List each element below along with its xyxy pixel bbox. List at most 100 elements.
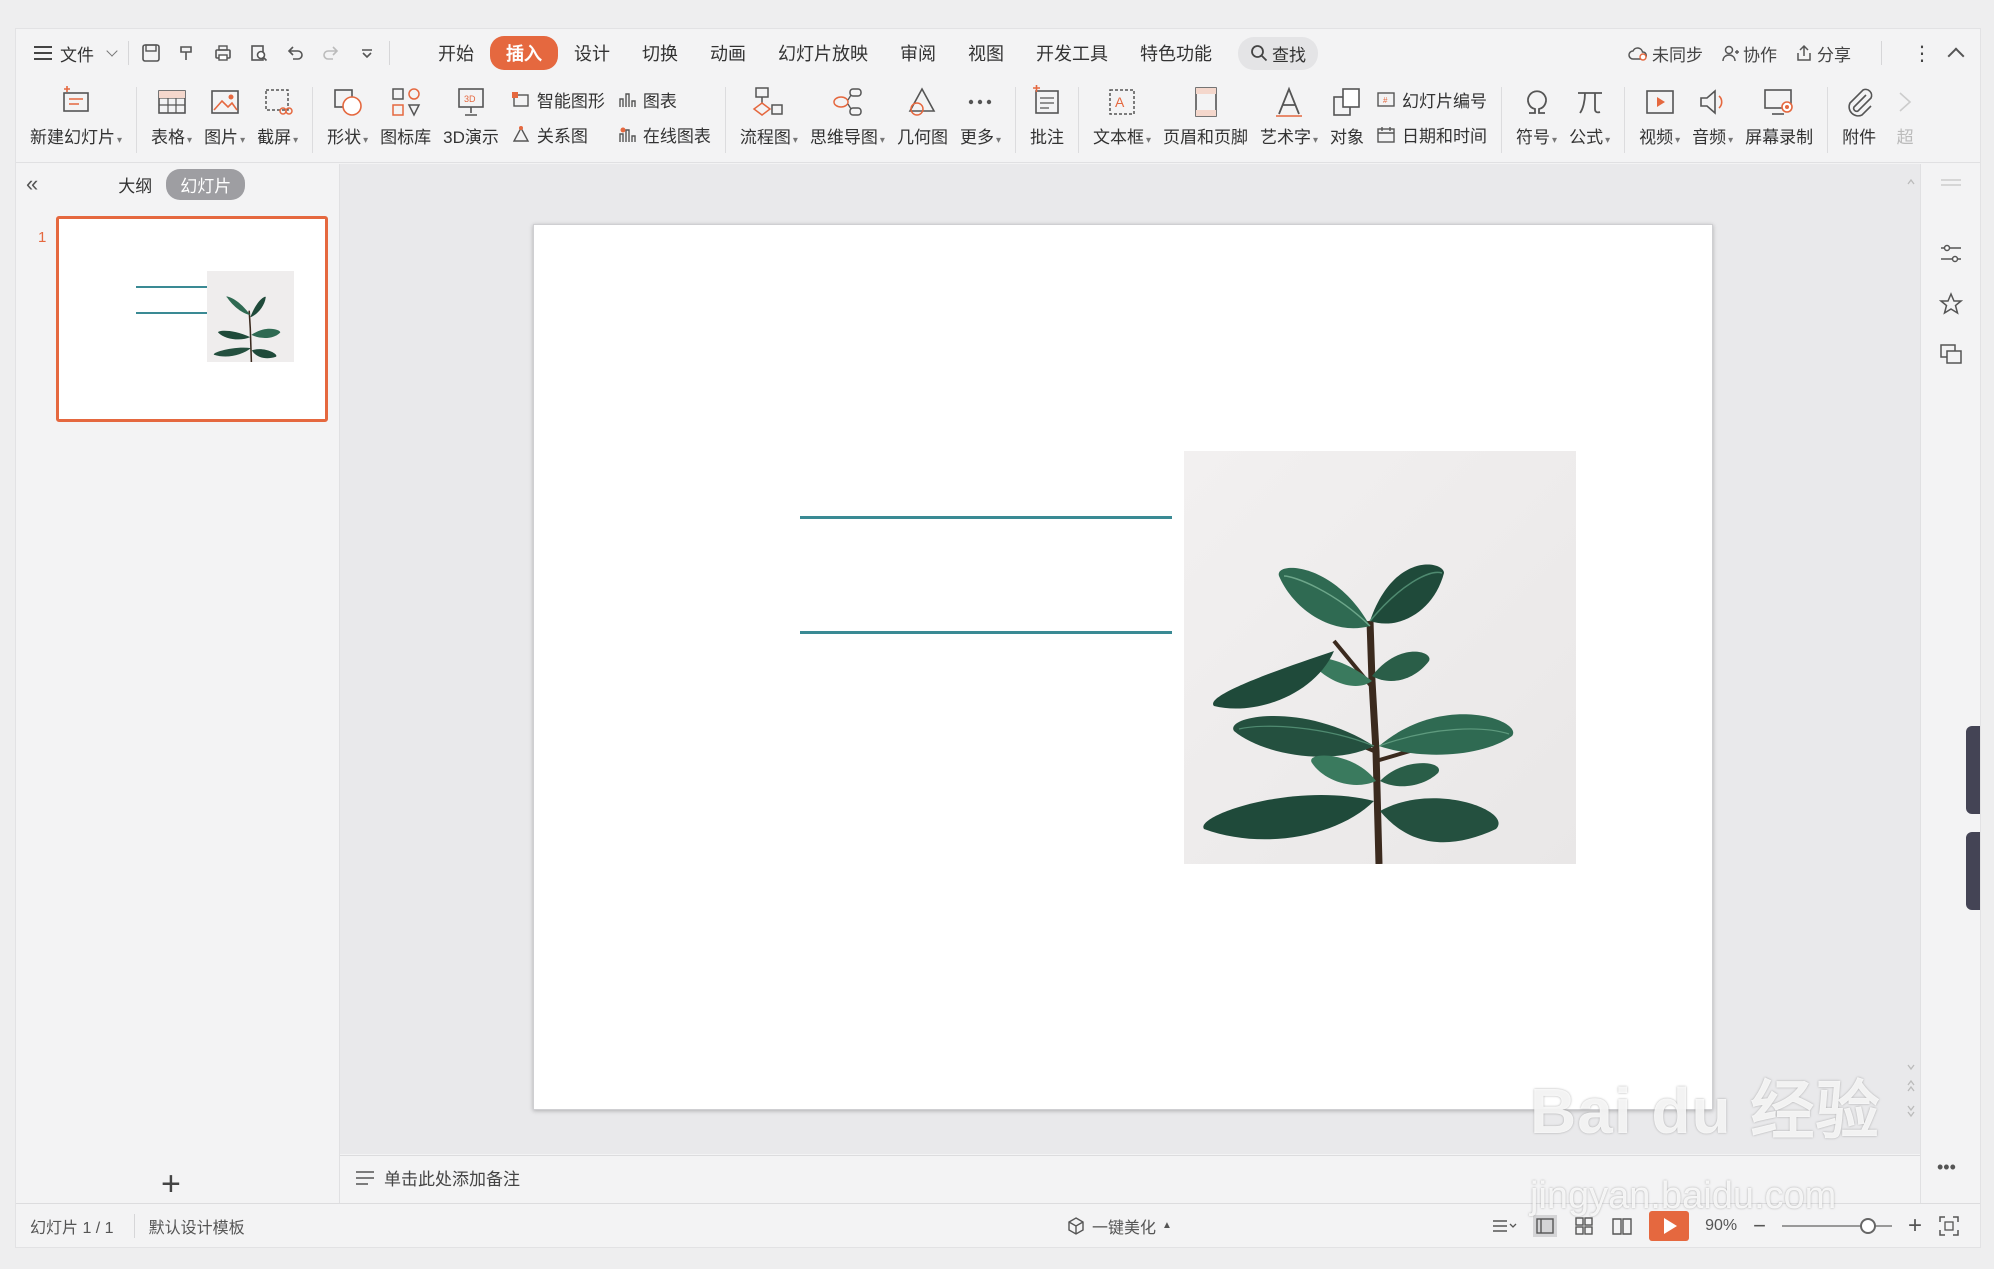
tab-features[interactable]: 特色功能 [1124,36,1228,70]
more-insert-label: 更多 [960,123,1001,148]
table-label: 表格 [151,123,192,148]
one-click-beautify-button[interactable]: 一键美化 ▲ [1066,1214,1172,1238]
tab-slideshow[interactable]: 幻灯片放映 [762,36,884,70]
datetime-label: 日期和时间 [1402,127,1488,146]
3d-demo-label: 3D演示 [443,128,499,147]
mindmap-button[interactable]: 思维导图 [810,77,885,148]
icon-library-button[interactable]: 图标库 [380,77,431,148]
slide-number-button[interactable]: # 幻灯片编号 [1376,87,1487,112]
tab-insert[interactable]: 插入 [490,36,558,70]
object-button[interactable]: 对象 [1330,77,1364,148]
tab-transitions[interactable]: 切换 [626,36,694,70]
shape-button[interactable]: 形状 [327,77,368,148]
datetime-button[interactable]: 日期和时间 [1376,122,1487,147]
attachment-button[interactable]: 附件 [1842,77,1876,148]
print-preview-icon[interactable] [249,43,269,63]
collaborate-button[interactable]: 协作 [1721,41,1777,66]
more-options-icon[interactable]: ⋮ [1912,41,1932,66]
zoom-level[interactable]: 90% [1705,1217,1737,1235]
tab-review[interactable]: 审阅 [884,36,952,70]
animation-pane-icon[interactable] [1939,342,1963,366]
quick-access-toolbar [141,43,377,63]
drag-handle-icon[interactable] [1939,172,1963,196]
screenshot-button[interactable]: 截屏 [257,77,298,148]
chart-button[interactable]: 图表 [617,87,711,112]
sync-status-button[interactable]: 未同步 [1628,41,1703,66]
formula-button[interactable]: 公式 [1569,77,1610,148]
cube-icon [1068,1216,1084,1235]
customize-toolbar-icon[interactable] [357,43,377,63]
wordart-label: 艺术字 [1260,123,1318,148]
textbox-button[interactable]: A 文本框 [1093,77,1151,148]
file-menu[interactable]: 文件 [34,41,118,66]
print-icon[interactable] [213,43,233,63]
symbol-button[interactable]: 符号 [1516,77,1557,148]
more-insert-button[interactable]: 更多 [960,77,1001,148]
teal-line-bottom[interactable] [800,631,1172,634]
teal-line-top[interactable] [800,516,1172,519]
svg-text:A: A [1115,94,1125,110]
overflow-icon [1899,92,1912,112]
search-button[interactable]: 查找 [1238,36,1318,70]
slides-tab[interactable]: 幻灯片 [166,168,246,200]
thumbnail-line-top [136,286,218,288]
video-button[interactable]: 视频 [1639,77,1680,148]
zoom-in-icon[interactable]: + [1908,1212,1922,1240]
divider [1624,87,1626,153]
audio-button[interactable]: 音频 [1692,77,1733,148]
overflow-button[interactable]: 超 [1888,77,1922,148]
format-painter-icon[interactable] [177,43,197,63]
slide-count: 幻灯片 1 / 1 [30,1219,114,1237]
relation-diagram-button[interactable]: 关系图 [511,122,605,147]
tab-developer[interactable]: 开发工具 [1020,36,1124,70]
undo-icon[interactable] [285,43,305,63]
side-tab-2[interactable] [1966,832,1980,910]
zoom-slider[interactable] [1781,1217,1892,1234]
more-dots-icon [969,99,992,105]
slide-thumbnail[interactable] [56,216,328,422]
object-label: 对象 [1330,128,1365,147]
save-icon[interactable] [141,43,161,63]
slide-canvas[interactable] [533,224,1713,1110]
smart-art-button[interactable]: 智能图形 [511,87,605,112]
collapse-ribbon-icon[interactable] [1947,47,1965,65]
new-slide-button[interactable]: 新建幻灯片 [30,77,122,148]
3d-demo-button[interactable]: 3D 3D演示 [443,77,499,148]
more-options-icon[interactable]: ••• [1937,1157,1956,1178]
sort-view-icon[interactable] [1491,1216,1517,1236]
chart-label: 图表 [642,92,677,111]
vertical-scrollbar[interactable] [1906,170,1916,1170]
textbox-icon: A [1109,89,1135,115]
redo-icon[interactable] [321,43,341,63]
share-button[interactable]: 分享 [1795,41,1851,66]
properties-sliders-icon[interactable] [1939,242,1963,266]
table-button[interactable]: 表格 [151,77,192,148]
tab-home[interactable]: 开始 [422,36,490,70]
relation-diagram-label: 关系图 [536,127,588,146]
flowchart-button[interactable]: 流程图 [740,77,798,148]
geometry-button[interactable]: 几何图 [897,77,948,148]
tab-view[interactable]: 视图 [952,36,1020,70]
pane-header: « 大纲 幻灯片 [16,164,339,204]
tab-design[interactable]: 设计 [558,36,626,70]
comment-button[interactable]: 批注 [1030,77,1064,148]
online-chart-button[interactable]: 在线图表 [617,122,711,147]
smartart-group: 智能图形 关系图 [511,77,605,147]
template-name[interactable]: 默认设计模板 [133,1213,245,1238]
audio-label: 音频 [1692,123,1733,148]
side-tab-1[interactable] [1966,726,1980,814]
tab-animations[interactable]: 动画 [694,36,762,70]
star-icon[interactable] [1939,292,1963,316]
collapse-pane-icon[interactable]: « [26,171,38,197]
picture-button[interactable]: 图片 [204,77,245,148]
fit-window-icon[interactable] [1938,1215,1960,1237]
screen-record-button[interactable]: 屏幕录制 [1745,77,1813,148]
zoom-slider-knob[interactable] [1859,1217,1876,1234]
add-slide-icon[interactable]: + [161,1165,181,1204]
wordart-button[interactable]: 艺术字 [1260,77,1318,148]
outline-tab[interactable]: 大纲 [118,172,152,197]
plant-image[interactable] [1184,451,1576,865]
header-footer-button[interactable]: 页眉和页脚 [1163,77,1248,148]
beautify-label: 一键美化 [1092,1219,1157,1237]
screenshot-icon [264,89,293,115]
